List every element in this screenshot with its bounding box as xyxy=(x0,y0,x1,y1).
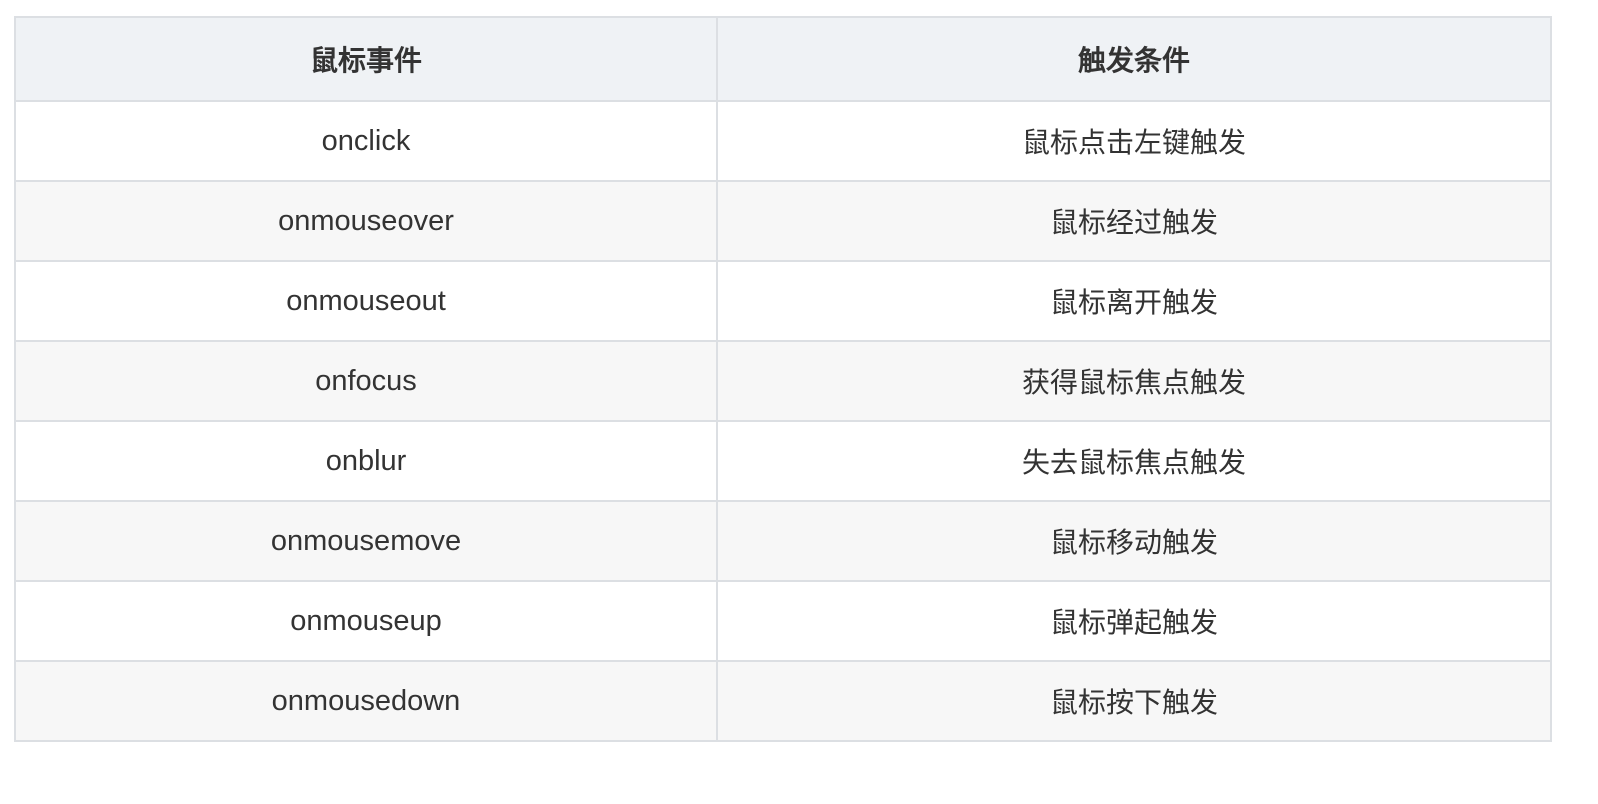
header-condition: 触发条件 xyxy=(716,16,1552,102)
event-cell: onclick xyxy=(14,100,718,182)
table-row: onmouseover 鼠标经过触发 xyxy=(14,180,1552,262)
condition-cell: 鼠标离开触发 xyxy=(716,260,1552,342)
condition-cell: 鼠标点击左键触发 xyxy=(716,100,1552,182)
header-row: 鼠标事件 触发条件 xyxy=(14,16,1552,102)
condition-cell: 鼠标移动触发 xyxy=(716,500,1552,582)
header-event: 鼠标事件 xyxy=(14,16,718,102)
table-row: onblur 失去鼠标焦点触发 xyxy=(14,420,1552,502)
event-cell: onfocus xyxy=(14,340,718,422)
table-row: onclick 鼠标点击左键触发 xyxy=(14,100,1552,182)
event-cell: onmouseover xyxy=(14,180,718,262)
event-cell: onmousemove xyxy=(14,500,718,582)
condition-cell: 失去鼠标焦点触发 xyxy=(716,420,1552,502)
event-cell: onmousedown xyxy=(14,660,718,742)
condition-cell: 鼠标经过触发 xyxy=(716,180,1552,262)
condition-cell: 鼠标按下触发 xyxy=(716,660,1552,742)
mouse-events-table: 鼠标事件 触发条件 onclick 鼠标点击左键触发 onmouseover 鼠… xyxy=(14,16,1552,742)
condition-cell: 获得鼠标焦点触发 xyxy=(716,340,1552,422)
condition-cell: 鼠标弹起触发 xyxy=(716,580,1552,662)
table-row: onmousemove 鼠标移动触发 xyxy=(14,500,1552,582)
event-cell: onmouseout xyxy=(14,260,718,342)
table-row: onmouseup 鼠标弹起触发 xyxy=(14,580,1552,662)
event-cell: onblur xyxy=(14,420,718,502)
table-body: onclick 鼠标点击左键触发 onmouseover 鼠标经过触发 onmo… xyxy=(14,100,1552,742)
table-row: onmousedown 鼠标按下触发 xyxy=(14,660,1552,742)
table-row: onmouseout 鼠标离开触发 xyxy=(14,260,1552,342)
event-cell: onmouseup xyxy=(14,580,718,662)
table-header: 鼠标事件 触发条件 xyxy=(14,16,1552,102)
table-row: onfocus 获得鼠标焦点触发 xyxy=(14,340,1552,422)
